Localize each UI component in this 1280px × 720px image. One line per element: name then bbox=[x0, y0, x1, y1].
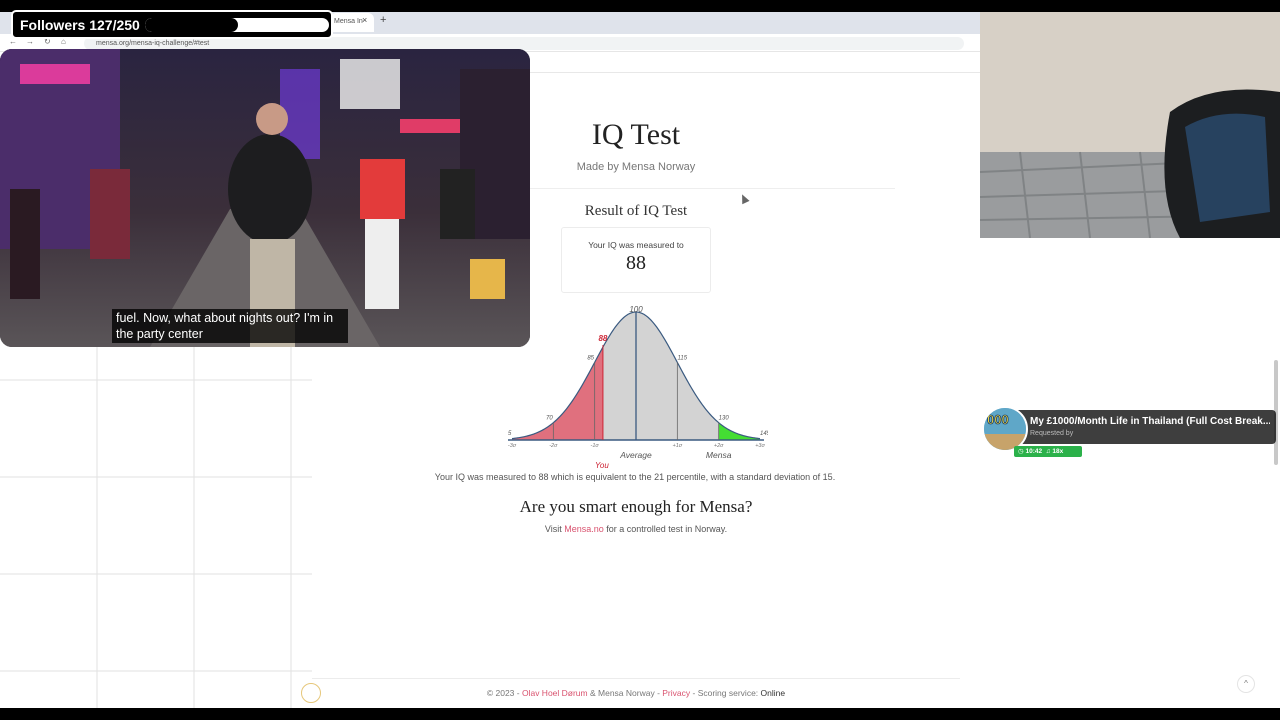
video-overlay: fuel. Now, what about nights out? I'm in… bbox=[0, 49, 530, 347]
screen: Mensa In × + ← → ↻ ⌂ mensa.org/mensa-iq-… bbox=[0, 0, 1280, 720]
song-thumbnail-text: 000 bbox=[987, 412, 1009, 427]
result-card: Your IQ was measured to 88 bbox=[561, 227, 711, 293]
bottom-black-bar bbox=[0, 708, 1280, 720]
iq-tick-label: 115 bbox=[678, 355, 688, 361]
result-caption: Your IQ was measured to bbox=[588, 240, 684, 250]
mensa-heading: Are you smart enough for Mensa? bbox=[519, 497, 753, 516]
iq-tick-label: 55 bbox=[508, 431, 512, 437]
you-label: You bbox=[595, 461, 609, 470]
song-status-badge: ◷ 10:42 ♫ 18x bbox=[1014, 446, 1082, 457]
song-request-widget: 000 My £1000/Month Life in Thailand (Ful… bbox=[982, 406, 1276, 458]
song-requested-by: Requested by bbox=[1030, 430, 1074, 437]
content-separator bbox=[530, 188, 895, 189]
page-title: IQ Test bbox=[591, 118, 681, 151]
result-summary: Your IQ was measured to 88 which is equi… bbox=[434, 472, 836, 482]
visit-suffix: for a controlled test in Norway. bbox=[603, 524, 728, 534]
browser-tab[interactable]: Mensa In bbox=[330, 13, 374, 32]
page-footer: © 2023 - Olav Hoel Dørum & Mensa Norway … bbox=[312, 688, 960, 698]
iq-tick-label: 145 bbox=[760, 431, 768, 437]
tab-close-icon[interactable]: × bbox=[362, 15, 367, 25]
mensa-label: Mensa bbox=[706, 450, 732, 460]
footer-status: Online bbox=[760, 688, 786, 698]
background-grid bbox=[0, 347, 312, 708]
song-count: 18x bbox=[1052, 448, 1064, 455]
followers-progress-track bbox=[145, 18, 329, 32]
sd-tick-label: +3σ bbox=[755, 443, 765, 449]
new-tab-button[interactable]: + bbox=[380, 14, 386, 26]
scroll-to-top-button[interactable]: ^ bbox=[1237, 675, 1255, 693]
average-label: Average bbox=[619, 450, 652, 460]
iq-tick-label: 85 bbox=[587, 355, 594, 361]
footer-author-link[interactable]: Olav Hoel Dørum bbox=[522, 688, 588, 698]
page-subtitle: Made by Mensa Norway bbox=[576, 161, 696, 173]
sd-tick-label: +1σ bbox=[673, 443, 683, 449]
mouse-cursor-icon bbox=[738, 192, 750, 205]
footer-scoring: - Scoring service: bbox=[690, 688, 761, 698]
sd-tick-label: -2σ bbox=[549, 443, 558, 449]
street-scene-image bbox=[0, 49, 530, 347]
score-marker-label: 88 bbox=[598, 334, 607, 343]
sd-tick-label: -1σ bbox=[591, 443, 600, 449]
iq-tick-label: 130 bbox=[719, 416, 730, 422]
middle-area bbox=[602, 312, 719, 440]
footer-divider bbox=[312, 678, 960, 679]
followers-label: Followers 127/250 bbox=[20, 17, 140, 33]
followers-goal-widget: Followers 127/250 bbox=[11, 10, 333, 39]
sd-tick-label: -3σ bbox=[508, 443, 517, 449]
footer-and: & Mensa Norway - bbox=[587, 688, 663, 698]
mensa-no-link[interactable]: Mensa.no bbox=[564, 524, 604, 534]
song-thumbnail-image: 000 bbox=[984, 408, 1026, 450]
page-separator bbox=[530, 72, 980, 73]
footer-copyright: © 2023 - bbox=[486, 688, 522, 698]
iq-tick-label: 70 bbox=[546, 416, 553, 422]
video-caption: fuel. Now, what about nights out? I'm in… bbox=[112, 309, 348, 343]
iq-distribution-chart: 55 -3σ 70 -2σ 85 -1σ 100 115 +1σ 130 +2σ 145 +3σ 88 Yo… bbox=[508, 305, 768, 470]
followers-progress-fill bbox=[145, 18, 239, 32]
song-title: My £1000/Month Life in Thailand (Full Co… bbox=[1030, 416, 1270, 427]
footer-privacy-link[interactable]: Privacy bbox=[662, 688, 690, 698]
result-value: 88 bbox=[626, 252, 646, 274]
visit-text: Visit Mensa.no for a controlled test in … bbox=[440, 524, 832, 534]
webcam-overlay bbox=[980, 12, 1280, 238]
webcam-image bbox=[980, 12, 1280, 238]
visit-prefix: Visit bbox=[544, 524, 565, 534]
sd-tick-label: +2σ bbox=[714, 443, 724, 449]
song-time: 10:42 bbox=[1025, 448, 1043, 455]
browser-tab-label: Mensa In bbox=[334, 18, 363, 25]
iq-tick-label: 100 bbox=[629, 305, 643, 314]
result-heading: Result of IQ Test bbox=[584, 203, 688, 219]
